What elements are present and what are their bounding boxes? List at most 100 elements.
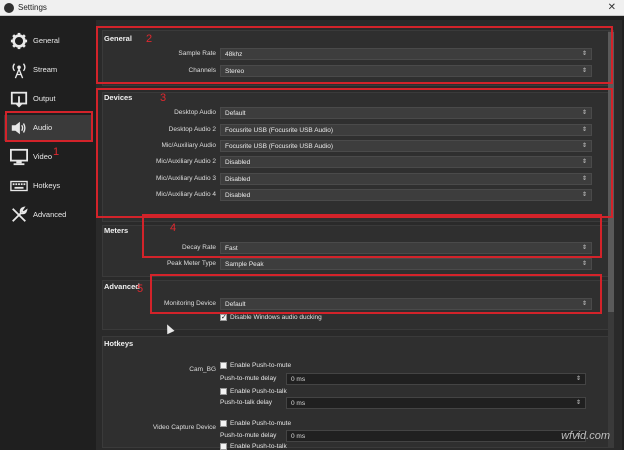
channels-select[interactable]: Stereo ⇕ bbox=[220, 65, 592, 77]
window-title: Settings bbox=[18, 3, 47, 12]
updown-arrow-icon: ⇕ bbox=[581, 51, 587, 57]
mic-aux-audio-label: Mic/Auxiliary Audio bbox=[161, 142, 216, 149]
decay-rate-select[interactable]: Fast ⇕ bbox=[220, 242, 592, 254]
push-to-talk-delay-label: Push-to-talk delay bbox=[220, 399, 273, 406]
combo-value: Default bbox=[225, 301, 246, 308]
speaker-icon bbox=[11, 121, 26, 135]
sidebar-item-label: Hotkeys bbox=[33, 181, 61, 190]
sidebar-item-audio[interactable]: Audio bbox=[4, 115, 92, 141]
sample-rate-label: Sample Rate bbox=[178, 50, 216, 57]
gear-icon bbox=[10, 32, 28, 50]
combo-value: Disabled bbox=[225, 159, 251, 166]
annotation-number-2: 2 bbox=[146, 33, 153, 45]
advanced-title: Advanced bbox=[104, 282, 140, 291]
mic-aux-audio-select[interactable]: Focusrite USB (Focusrite USB Audio) ⇕ bbox=[220, 140, 592, 152]
output-icon bbox=[10, 91, 28, 108]
spin-value: 0 ms bbox=[291, 400, 306, 407]
devices-title: Devices bbox=[104, 93, 133, 102]
settings-content: General Sample Rate 48khz ⇕ Channels Ste… bbox=[96, 20, 622, 450]
push-to-talk-delay-spinbox[interactable]: 0 ms ⇕ bbox=[286, 397, 586, 409]
settings-window: General Stream Output Audio Video Hotkey… bbox=[0, 16, 624, 450]
enable-push-to-talk-label: Enable Push-to-talk bbox=[230, 388, 287, 395]
monitor-icon bbox=[10, 148, 28, 166]
meters-title: Meters bbox=[104, 226, 129, 235]
disable-ducking-label: Disable Windows audio ducking bbox=[230, 314, 322, 321]
updown-arrow-icon: ⇕ bbox=[581, 110, 587, 116]
peak-meter-type-select[interactable]: Sample Peak ⇕ bbox=[220, 258, 592, 270]
updown-arrow-icon: ⇕ bbox=[581, 127, 587, 133]
push-to-mute-delay-spinbox[interactable]: 0 ms ⇕ bbox=[286, 373, 586, 385]
desktop-audio-2-label: Desktop Audio 2 bbox=[168, 126, 216, 133]
sidebar-item-general[interactable]: General bbox=[4, 28, 92, 54]
annotation-number-5: 5 bbox=[137, 283, 144, 295]
mic-aux-audio-3-select[interactable]: Disabled ⇕ bbox=[220, 173, 592, 185]
watermark: wfvid.com bbox=[561, 430, 610, 442]
monitoring-device-select[interactable]: Default ⇕ bbox=[220, 298, 592, 310]
desktop-audio-2-select[interactable]: Focusrite USB (Focusrite USB Audio) ⇕ bbox=[220, 124, 592, 136]
combo-value: Sample Peak bbox=[225, 261, 264, 268]
sidebar-item-hotkeys[interactable]: Hotkeys bbox=[4, 173, 92, 199]
general-title: General bbox=[104, 34, 132, 43]
scrollbar-thumb[interactable] bbox=[608, 32, 614, 312]
sidebar-item-label: Audio bbox=[33, 123, 53, 132]
updown-arrow-icon: ⇕ bbox=[581, 159, 587, 165]
peak-meter-type-label: Peak Meter Type bbox=[166, 260, 216, 267]
channels-label: Channels bbox=[188, 67, 216, 74]
updown-arrow-icon: ⇕ bbox=[581, 68, 587, 74]
close-button[interactable]: ✕ bbox=[608, 2, 616, 13]
sample-rate-select[interactable]: 48khz ⇕ bbox=[220, 48, 592, 60]
enable-push-to-talk-label: Enable Push-to-talk bbox=[230, 443, 287, 450]
enable-push-to-mute-label: Enable Push-to-mute bbox=[230, 362, 292, 369]
enable-push-to-talk-checkbox[interactable] bbox=[220, 443, 227, 450]
updown-arrow-icon: ⇕ bbox=[581, 192, 587, 198]
updown-arrow-icon: ⇕ bbox=[581, 176, 587, 182]
updown-arrow-icon: ⇕ bbox=[575, 376, 581, 382]
desktop-audio-label: Desktop Audio bbox=[174, 109, 216, 116]
sidebar-item-label: General bbox=[33, 36, 60, 45]
sidebar-item-stream[interactable]: Stream bbox=[4, 57, 92, 83]
combo-value: Default bbox=[225, 110, 246, 117]
monitoring-device-label: Monitoring Device bbox=[163, 300, 216, 307]
sidebar-item-label: Advanced bbox=[33, 210, 67, 219]
sidebar-item-video[interactable]: Video bbox=[4, 144, 92, 170]
combo-value: 48khz bbox=[225, 51, 243, 58]
push-to-mute-delay-label: Push-to-mute delay bbox=[220, 432, 277, 439]
hotkeys-title: Hotkeys bbox=[104, 339, 134, 348]
cam-bg-label: Cam_BG bbox=[189, 366, 216, 373]
decay-rate-label: Decay Rate bbox=[182, 244, 216, 251]
mic-aux-audio-4-select[interactable]: Disabled ⇕ bbox=[220, 189, 592, 201]
keyboard-icon bbox=[10, 180, 28, 192]
mic-aux-audio-3-label: Mic/Auxiliary Audio 3 bbox=[156, 175, 216, 182]
stream-icon bbox=[12, 63, 26, 79]
spin-value: 0 ms bbox=[291, 376, 306, 383]
updown-arrow-icon: ⇕ bbox=[581, 245, 587, 251]
push-to-mute-delay-label: Push-to-mute delay bbox=[220, 375, 277, 382]
mic-aux-audio-2-label: Mic/Auxiliary Audio 2 bbox=[156, 158, 216, 165]
annotation-number-1: 1 bbox=[53, 146, 60, 158]
wrench-icon bbox=[12, 206, 28, 222]
combo-value: Stereo bbox=[225, 68, 245, 75]
enable-push-to-mute-checkbox[interactable] bbox=[220, 420, 227, 427]
sidebar-item-label: Output bbox=[33, 94, 56, 103]
video-capture-device-label: Video Capture Device bbox=[152, 424, 216, 431]
mic-aux-audio-2-select[interactable]: Disabled ⇕ bbox=[220, 156, 592, 168]
combo-value: Focusrite USB (Focusrite USB Audio) bbox=[225, 143, 334, 150]
obs-logo-icon bbox=[4, 3, 14, 13]
annotation-number-3: 3 bbox=[160, 92, 167, 104]
mic-aux-audio-4-label: Mic/Auxiliary Audio 4 bbox=[156, 191, 216, 198]
sidebar-item-advanced[interactable]: Advanced bbox=[4, 202, 92, 228]
sidebar: General Stream Output Audio Video Hotkey… bbox=[4, 24, 92, 448]
spin-value: 0 ms bbox=[291, 433, 306, 440]
updown-arrow-icon: ⇕ bbox=[581, 143, 587, 149]
sidebar-item-output[interactable]: Output bbox=[4, 86, 92, 112]
enable-push-to-mute-label: Enable Push-to-mute bbox=[230, 420, 292, 427]
updown-arrow-icon: ⇕ bbox=[575, 400, 581, 406]
updown-arrow-icon: ⇕ bbox=[581, 301, 587, 307]
disable-ducking-checkbox[interactable] bbox=[220, 313, 227, 321]
combo-value: Disabled bbox=[225, 192, 251, 199]
push-to-mute-delay-spinbox[interactable]: 0 ms ⇕ bbox=[286, 430, 586, 442]
annotation-number-4: 4 bbox=[170, 222, 177, 234]
desktop-audio-select[interactable]: Default ⇕ bbox=[220, 107, 592, 119]
enable-push-to-mute-checkbox[interactable] bbox=[220, 362, 227, 369]
enable-push-to-talk-checkbox[interactable] bbox=[220, 388, 227, 395]
